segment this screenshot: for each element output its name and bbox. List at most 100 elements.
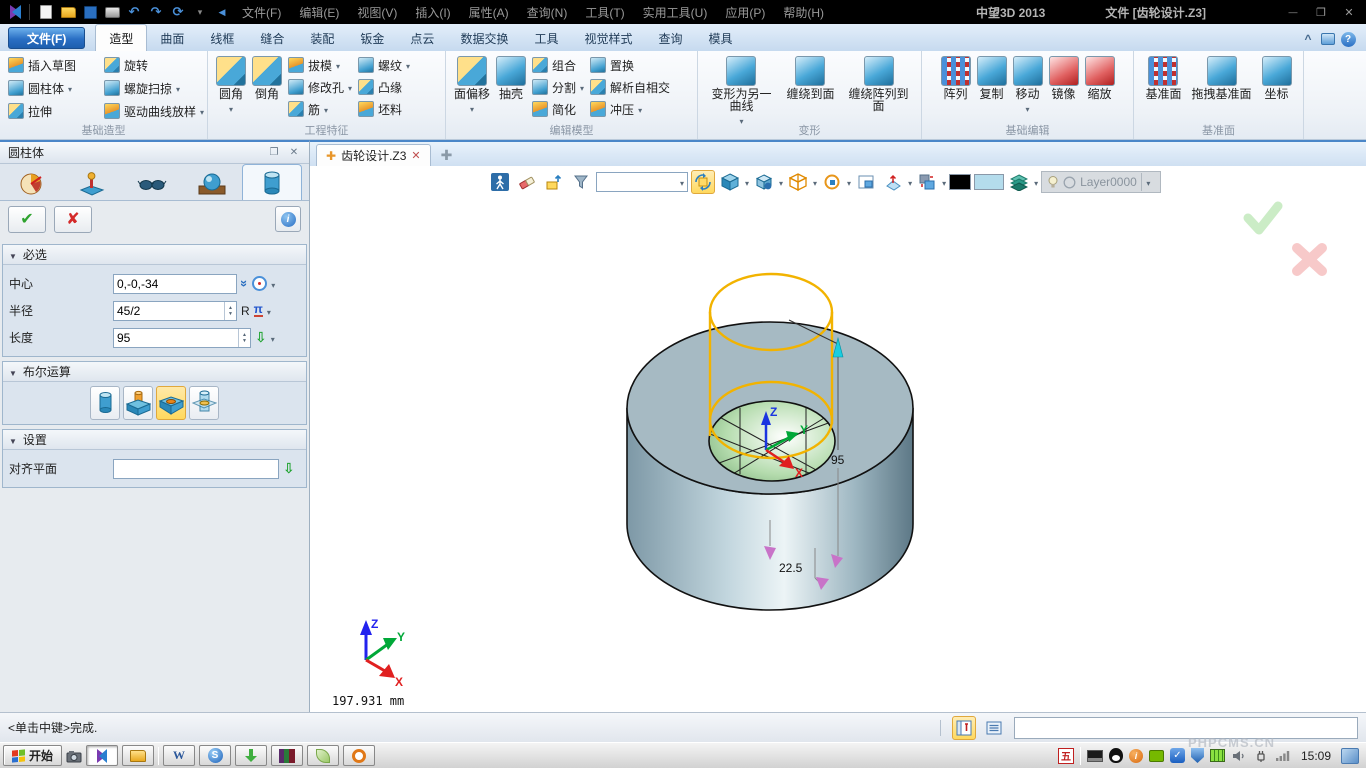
export-view-button[interactable] [542,170,566,194]
section-settings-header[interactable]: 设置 [3,430,306,450]
ribbon-tab-tools[interactable]: 工具 [521,25,571,51]
visibility-mode-button[interactable] [752,170,776,194]
wireframe-mode-button[interactable] [786,170,810,194]
ribbon-button-simplify[interactable]: 简化 [529,98,587,120]
panel-tab-cylinder[interactable] [242,164,302,200]
ribbon-tab-mold[interactable]: 模具 [696,25,746,51]
section-collapse-icon[interactable] [9,365,17,379]
dropdown-caret-icon[interactable] [779,175,783,189]
boolean-base-button[interactable] [90,386,120,420]
align-plane-input[interactable] [114,460,278,478]
ribbon-button-rib[interactable]: 筋 [285,98,355,120]
ribbon-button-flange[interactable]: 凸缘 [355,76,413,98]
ribbon-button-revolve[interactable]: 旋转 [101,54,207,76]
ribbon-tab-sew[interactable]: 缝合 [247,25,297,51]
quickbar-dropdown-icon[interactable] [191,3,209,21]
toggle-panel-button[interactable] [952,716,976,740]
tray-qq-icon[interactable] [1109,748,1123,763]
file-menu-button[interactable]: 文件(F) [8,27,85,49]
ribbon-button-spiral-sweep[interactable]: 螺旋扫掠 [101,77,207,99]
taskbar-app-info[interactable] [343,745,375,766]
ribbon-button-drag-datum-plane[interactable]: 拖拽基准面 [1185,54,1259,102]
dropdown-caret-icon[interactable] [745,175,749,189]
ribbon-button-modify-hole[interactable]: 修改孔 [285,76,355,98]
ribbon-button-csys[interactable]: 坐标 [1259,54,1295,102]
menu-tools[interactable]: 工具(T) [576,4,633,21]
ribbon-tab-data-exchange[interactable]: 数据交换 [447,25,521,51]
boolean-remove-button[interactable] [156,386,186,420]
dropdown-caret-icon[interactable] [813,175,817,189]
view-filter-combo[interactable] [596,172,688,192]
dropdown-caret-icon[interactable] [942,175,946,189]
dropdown-caret-icon[interactable] [1034,175,1038,189]
ribbon-button-replace[interactable]: 置换 [587,54,673,76]
boolean-intersect-button[interactable] [189,386,219,420]
background-color-swatch-black[interactable] [949,174,971,190]
rotate-view-button[interactable] [691,170,715,194]
menu-attributes[interactable]: 属性(A) [460,4,518,21]
section-required-header[interactable]: 必选 [3,245,306,265]
layer-manager-button[interactable] [1007,170,1031,194]
ribbon-button-mirror[interactable]: 镜像 [1046,54,1082,102]
eraser-button[interactable] [515,170,539,194]
dropdown-caret-icon[interactable] [271,277,275,291]
dropdown-caret-icon[interactable] [847,175,851,189]
print-icon[interactable] [103,3,121,21]
menu-insert[interactable]: 插入(I) [406,4,459,21]
taskbar-app-browser[interactable] [199,745,231,766]
tray-nvidia-icon[interactable] [1149,750,1164,762]
menu-application[interactable]: 应用(P) [716,4,774,21]
redo-icon[interactable] [147,3,165,21]
dropdown-caret-icon[interactable] [470,102,474,116]
dropdown-caret-icon[interactable] [580,80,584,94]
ribbon-button-morph-to-curve[interactable]: 变形为另一曲线 [703,54,780,130]
expression-icon[interactable] [254,304,263,317]
curvature-analysis-button[interactable] [820,170,844,194]
panel-tab-glasses[interactable] [122,167,182,200]
dropdown-caret-icon[interactable] [336,58,340,72]
exit-sketch-button[interactable] [488,170,512,194]
ribbon-button-datum-plane[interactable]: 基准面 [1142,54,1184,102]
menu-view[interactable]: 视图(V) [348,4,406,21]
ribbon-button-shell[interactable]: 抽壳 [493,54,529,102]
dropdown-caret-icon[interactable] [1025,102,1029,116]
ribbon-button-face-offset[interactable]: 面偏移 [451,54,493,118]
ribbon-button-move[interactable]: 移动 [1010,54,1046,118]
command-input[interactable] [1015,718,1357,738]
ribbon-tab-inquiry[interactable]: 查询 [645,25,695,51]
taskbar-app-notes[interactable] [307,745,339,766]
menu-inquire[interactable]: 查询(N) [518,4,577,21]
section-plane-button[interactable] [881,170,905,194]
snipping-tool-icon[interactable] [66,748,82,764]
dropdown-caret-icon[interactable] [229,102,233,116]
ribbon-tab-sheetmetal[interactable]: 钣金 [347,25,397,51]
start-button[interactable]: 开始 [3,745,62,766]
ribbon-tab-surface[interactable]: 曲面 [147,25,197,51]
document-tab[interactable]: ✚ 齿轮设计.Z3 ✕ [316,144,431,166]
undo-icon[interactable] [125,3,143,21]
layer-dropdown-icon[interactable] [1141,173,1155,191]
new-tab-button[interactable]: ✚ [441,147,453,166]
ribbon-button-driven-curve-loft[interactable]: 驱动曲线放样 [101,100,207,122]
ribbon-tab-assembly[interactable]: 装配 [297,25,347,51]
ribbon-button-chamfer[interactable]: 倒角 [249,54,285,102]
cancel-button[interactable]: ✘ [54,206,92,233]
section-boolean-header[interactable]: 布尔运算 [3,362,306,382]
ribbon-tab-visual-style[interactable]: 视觉样式 [571,25,645,51]
dropdown-caret-icon[interactable] [348,80,352,94]
shade-mode-button[interactable] [718,170,742,194]
menu-help[interactable]: 帮助(H) [774,4,833,21]
tray-grid-icon[interactable] [1210,749,1225,762]
ribbon-button-copy[interactable]: 复制 [974,54,1010,102]
taskbar-app-zw3d[interactable] [86,745,118,766]
dropdown-caret-icon[interactable] [176,81,180,95]
ribbon-button-draft[interactable]: 拔模 [285,54,355,76]
ribbon-button-combine[interactable]: 组合 [529,54,587,76]
ribbon-tab-wireframe[interactable]: 线框 [197,25,247,51]
collapse-ribbon-icon[interactable] [1298,30,1318,48]
input-method-icon[interactable]: 五 [1058,748,1074,764]
show-output-button[interactable] [982,716,1006,740]
ribbon-options-icon[interactable] [1318,30,1338,48]
collapse-quickbar-icon[interactable] [213,3,231,21]
center-input[interactable] [114,275,236,293]
